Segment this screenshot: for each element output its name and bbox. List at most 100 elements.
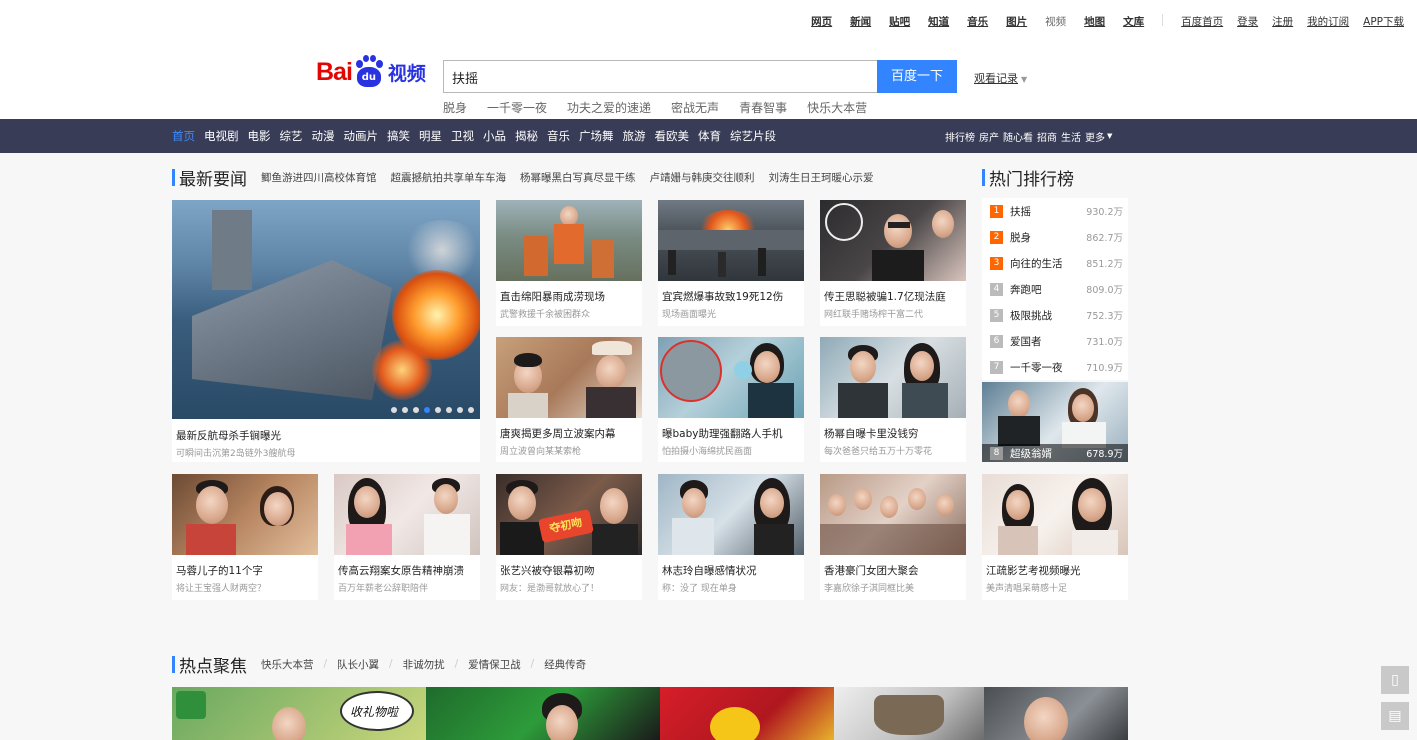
ranking-featured-item[interactable]: 8 超级翁婿 678.9万 xyxy=(982,382,1128,462)
video-title[interactable]: 林志玲自曝感情状况 xyxy=(658,563,804,578)
top-link-map[interactable]: 地图 xyxy=(1084,14,1105,29)
top-link-web[interactable]: 网页 xyxy=(811,14,832,29)
nav-item-life[interactable]: 生活 xyxy=(1061,129,1081,144)
focus-tab[interactable]: 经典传奇 xyxy=(544,657,586,672)
nav-item-satellite[interactable]: 卫视 xyxy=(451,128,474,144)
nav-item-square-dance[interactable]: 广场舞 xyxy=(579,128,614,144)
video-thumbnail[interactable] xyxy=(820,337,966,418)
hot-word[interactable]: 快乐大本营 xyxy=(807,99,867,116)
nav-item-funny[interactable]: 搞笑 xyxy=(387,128,410,144)
nav-item-variety-clips[interactable]: 综艺片段 xyxy=(730,128,776,144)
top-link-news[interactable]: 新闻 xyxy=(850,14,871,29)
hot-word[interactable]: 密战无声 xyxy=(671,99,719,116)
register-link[interactable]: 注册 xyxy=(1272,14,1293,29)
focus-thumbnail[interactable] xyxy=(660,687,834,740)
video-card[interactable]: 夺初吻 张艺兴被夺银幕初吻 网友：是渤哥就放心了！ xyxy=(496,474,642,600)
video-card[interactable]: 直击绵阳暴雨成涝现场 武警救援千余被困群众 xyxy=(496,200,642,326)
nav-item-cartoon[interactable]: 动画片 xyxy=(344,128,379,144)
video-title[interactable]: 唐爽揭更多周立波案内幕 xyxy=(496,426,642,441)
nav-item-reveal[interactable]: 揭秘 xyxy=(515,128,538,144)
hot-word[interactable]: 青春智事 xyxy=(739,99,787,116)
top-link-tieba[interactable]: 贴吧 xyxy=(889,14,910,29)
video-card[interactable]: 传王思聪被骗1.7亿现法庭 网红联手赌场榨干富二代 xyxy=(820,200,966,326)
mobile-app-icon[interactable]: ▯ xyxy=(1381,666,1409,694)
ranking-item[interactable]: 1 扶摇 930.2万 xyxy=(982,198,1128,224)
nav-item-more[interactable]: 更多 xyxy=(1085,129,1105,144)
hot-word[interactable]: 一千零一夜 xyxy=(487,99,547,116)
video-thumbnail[interactable] xyxy=(496,337,642,418)
video-thumbnail[interactable] xyxy=(496,200,642,281)
nav-item-realestate[interactable]: 房产 xyxy=(979,129,999,144)
video-thumbnail[interactable] xyxy=(820,474,966,555)
video-card[interactable]: 曝baby助理强翻路人手机 怕拍摄小海绵扰民画面 xyxy=(658,337,804,462)
nav-item-business[interactable]: 招商 xyxy=(1037,129,1057,144)
login-link[interactable]: 登录 xyxy=(1237,14,1258,29)
ranking-item[interactable]: 2 脱身 862.7万 xyxy=(982,224,1128,250)
my-subscriptions-link[interactable]: 我的订阅 xyxy=(1307,14,1349,29)
top-link-baidu-home[interactable]: 百度首页 xyxy=(1181,14,1223,29)
nav-item-travel[interactable]: 旅游 xyxy=(623,128,646,144)
focus-tab[interactable]: 队长小翼 xyxy=(337,657,379,672)
video-thumbnail[interactable] xyxy=(658,474,804,555)
caret-down-icon[interactable]: ▼ xyxy=(1107,132,1112,140)
video-card[interactable]: 传高云翔案女原告精神崩溃 百万年薪老公辞职陪伴 xyxy=(334,474,480,600)
video-title[interactable]: 宜宾燃爆事故致19死12伤 xyxy=(658,289,804,304)
video-thumbnail[interactable] xyxy=(658,337,804,418)
nav-item-western[interactable]: 看欧美 xyxy=(655,128,690,144)
video-card[interactable]: 宜宾燃爆事故致19死12伤 现场画面曝光 xyxy=(658,200,804,326)
video-thumbnail[interactable] xyxy=(334,474,480,555)
video-card[interactable]: 林志玲自曝感情状况 称：没了 现在单身 xyxy=(658,474,804,600)
nav-item-movie[interactable]: 电影 xyxy=(248,128,271,144)
video-title[interactable]: 马蓉儿子的11个字 xyxy=(172,563,318,578)
video-title[interactable]: 曝baby助理强翻路人手机 xyxy=(658,426,804,441)
hero-title[interactable]: 最新反航母杀手锏曝光 xyxy=(172,428,480,443)
video-title[interactable]: 传高云翔案女原告精神崩溃 xyxy=(334,563,480,578)
video-title[interactable]: 传王思聪被骗1.7亿现法庭 xyxy=(820,289,966,304)
news-headline-link[interactable]: 鲫鱼游进四川高校体育馆 xyxy=(261,170,377,185)
focus-tab[interactable]: 非诚勿扰 xyxy=(403,657,445,672)
nav-item-music[interactable]: 音乐 xyxy=(547,128,570,144)
nav-item-sketch[interactable]: 小品 xyxy=(483,128,506,144)
nav-item-stars[interactable]: 明星 xyxy=(419,128,442,144)
search-input[interactable]: 扶摇 xyxy=(443,60,878,93)
focus-tab[interactable]: 快乐大本营 xyxy=(261,657,314,672)
focus-thumbnail[interactable] xyxy=(984,687,1128,740)
video-card[interactable]: 杨幂自曝卡里没钱穷 每次爸爸只给五万十万零花 xyxy=(820,337,966,462)
nav-item-ranking[interactable]: 排行榜 xyxy=(945,129,975,144)
top-link-image[interactable]: 图片 xyxy=(1006,14,1027,29)
nav-item-tv[interactable]: 电视剧 xyxy=(204,128,239,144)
focus-thumbnail[interactable] xyxy=(834,687,984,740)
video-card[interactable]: 江疏影艺考视频曝光 美声清唱呆萌感十足 xyxy=(982,474,1128,600)
ranking-item[interactable]: 5 极限挑战 752.3万 xyxy=(982,302,1128,328)
video-title[interactable]: 江疏影艺考视频曝光 xyxy=(982,563,1128,578)
top-link-zhidao[interactable]: 知道 xyxy=(928,14,949,29)
top-link-wenku[interactable]: 文库 xyxy=(1123,14,1144,29)
watch-history-link[interactable]: 观看记录 ▼ xyxy=(974,70,1027,86)
news-headline-link[interactable]: 超震撼航拍共享单车车海 xyxy=(391,170,507,185)
focus-tab[interactable]: 爱情保卫战 xyxy=(468,657,521,672)
feedback-icon[interactable]: ▤ xyxy=(1381,702,1409,730)
ranking-item[interactable]: 4 奔跑吧 809.0万 xyxy=(982,276,1128,302)
video-title[interactable]: 香港豪门女团大聚会 xyxy=(820,563,966,578)
top-link-video[interactable]: 视频 xyxy=(1045,14,1066,29)
nav-item-home[interactable]: 首页 xyxy=(172,128,195,144)
app-download-link[interactable]: APP下载 xyxy=(1363,14,1404,29)
nav-item-variety[interactable]: 综艺 xyxy=(280,128,303,144)
video-thumbnail[interactable] xyxy=(820,200,966,281)
hot-word[interactable]: 功夫之爱的速递 xyxy=(567,99,651,116)
ranking-item[interactable]: 3 向往的生活 851.2万 xyxy=(982,250,1128,276)
video-thumbnail[interactable] xyxy=(658,200,804,281)
news-headline-link[interactable]: 杨幂曝黑白写真尽显干练 xyxy=(520,170,636,185)
nav-item-random[interactable]: 随心看 xyxy=(1003,129,1033,144)
video-title[interactable]: 杨幂自曝卡里没钱穷 xyxy=(820,426,966,441)
hero-video-card[interactable]: 最新反航母杀手锏曝光 可瞬间击沉第2岛链外3艘航母 xyxy=(172,200,480,462)
nav-item-sports[interactable]: 体育 xyxy=(698,128,721,144)
video-thumbnail[interactable] xyxy=(982,474,1128,555)
video-card[interactable]: 马蓉儿子的11个字 将让王宝强人财两空？ xyxy=(172,474,318,600)
news-headline-link[interactable]: 刘涛生日王珂暖心示爱 xyxy=(769,170,874,185)
news-headline-link[interactable]: 卢靖姗与韩庚交往顺利 xyxy=(650,170,755,185)
ranking-item[interactable]: 7 一千零一夜 710.9万 xyxy=(982,354,1128,380)
carousel-dots[interactable] xyxy=(386,407,474,413)
ranking-item[interactable]: 6 爱国者 731.0万 xyxy=(982,328,1128,354)
video-card[interactable]: 唐爽揭更多周立波案内幕 周立波曾向某某索枪 xyxy=(496,337,642,462)
